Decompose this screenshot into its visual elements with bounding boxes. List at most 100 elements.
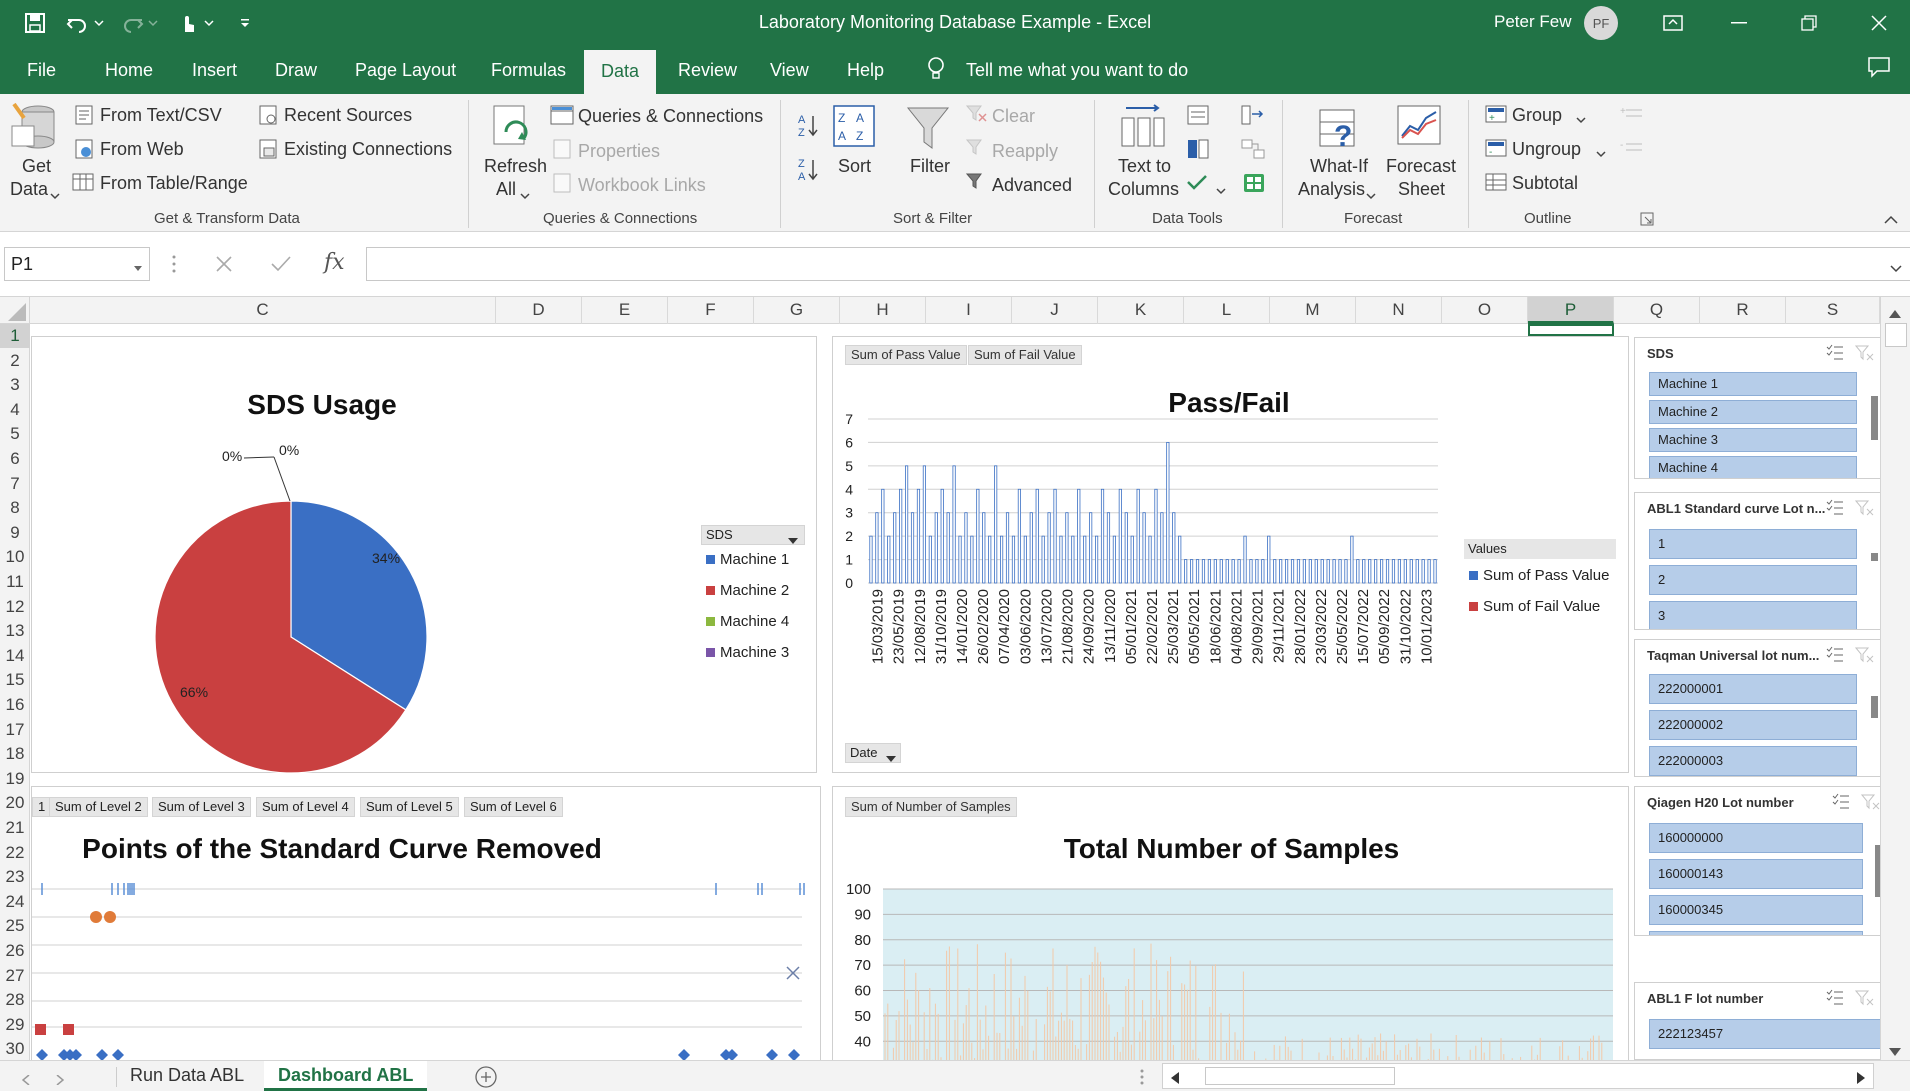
forecast-sheet-button[interactable]: Forecast	[1386, 156, 1456, 177]
column-header-g[interactable]: G	[754, 297, 840, 324]
row-header-16[interactable]: 16	[0, 693, 30, 717]
select-all-corner[interactable]	[0, 297, 30, 324]
slicer-qiagen[interactable]: Qiagen H20 Lot number 160000000 16000014…	[1634, 786, 1884, 936]
standard-curve-chart[interactable]: 1 Sum of Level 2 Sum of Level 3 Sum of Leve…	[31, 786, 821, 1060]
sort-a-z-icon[interactable]: AZ	[796, 112, 820, 143]
next-sheet-icon[interactable]	[56, 1072, 65, 1090]
from-web-button[interactable]: From Web	[100, 139, 184, 160]
clear-filter-icon[interactable]	[1854, 646, 1875, 669]
slicer-item[interactable]: 160000000	[1649, 823, 1863, 853]
tab-help[interactable]: Help	[845, 56, 886, 94]
slicer-item[interactable]: Machine 3	[1649, 428, 1857, 452]
row-header-25[interactable]: 25	[0, 914, 30, 938]
scroll-left-icon[interactable]	[1171, 1071, 1179, 1089]
forecast-sheet-icon[interactable]	[1396, 102, 1442, 155]
row-header-22[interactable]: 22	[0, 841, 30, 865]
flash-fill-icon[interactable]	[1186, 104, 1210, 131]
multi-select-icon[interactable]	[1825, 989, 1845, 1012]
what-if-dropdown-icon[interactable]	[1366, 187, 1376, 205]
row-header-26[interactable]: 26	[0, 939, 30, 963]
date-axis-filter-button[interactable]: Date	[845, 743, 901, 763]
restore-icon[interactable]	[1786, 6, 1832, 40]
tab-page-layout[interactable]: Page Layout	[353, 56, 458, 94]
recent-sources-button[interactable]: Recent Sources	[284, 105, 412, 126]
manage-data-model-icon[interactable]	[1242, 172, 1266, 199]
remove-duplicates-icon[interactable]	[1186, 138, 1210, 165]
row-header-8[interactable]: 8	[0, 496, 30, 520]
total-samples-chart[interactable]: Sum of Number of Samples Total Number of…	[832, 786, 1629, 1060]
add-sheet-icon[interactable]	[474, 1065, 498, 1091]
vertical-scroll-thumb[interactable]	[1885, 323, 1907, 347]
expand-formula-bar-icon[interactable]	[1890, 260, 1902, 278]
column-header-o[interactable]: O	[1442, 297, 1528, 324]
slicer-item[interactable]: 3	[1649, 601, 1857, 629]
slicer-item[interactable]: Machine 1	[1649, 372, 1857, 396]
row-header-1[interactable]: 1	[0, 324, 30, 348]
row-header-27[interactable]: 27	[0, 964, 30, 988]
multi-select-icon[interactable]	[1825, 344, 1845, 367]
existing-connections-button[interactable]: Existing Connections	[284, 139, 452, 160]
column-header-r[interactable]: R	[1700, 297, 1786, 324]
row-header-9[interactable]: 9	[0, 521, 30, 545]
refresh-all-icon[interactable]	[490, 102, 534, 157]
refresh-all-button-line2[interactable]: All	[496, 179, 516, 200]
cancel-entry-icon[interactable]	[214, 254, 234, 279]
ungroup-button[interactable]: Ungroup	[1512, 139, 1581, 160]
data-validation-dropdown-icon[interactable]	[1216, 182, 1226, 200]
properties-button[interactable]: Properties	[578, 141, 660, 162]
tab-formulas[interactable]: Formulas	[489, 56, 568, 94]
multi-select-icon[interactable]	[1831, 793, 1851, 816]
row-header-20[interactable]: 20	[0, 791, 30, 815]
column-header-c[interactable]: C	[30, 297, 496, 324]
minimize-icon[interactable]	[1716, 6, 1762, 40]
column-header-s[interactable]: S	[1786, 297, 1880, 324]
slicer-sds[interactable]: SDS Machine 1 Machine 2 Machine 3 Machin…	[1634, 337, 1884, 479]
text-to-columns-button-line2[interactable]: Columns	[1108, 179, 1179, 200]
undo-dropdown-icon[interactable]	[92, 10, 106, 36]
filter-icon[interactable]	[906, 104, 950, 159]
multi-select-icon[interactable]	[1825, 646, 1845, 669]
row-header-28[interactable]: 28	[0, 988, 30, 1012]
slicer-item[interactable]: 222000001	[1649, 674, 1857, 704]
row-header-21[interactable]: 21	[0, 816, 30, 840]
avatar[interactable]: PF	[1584, 6, 1618, 40]
row-header-23[interactable]: 23	[0, 865, 30, 889]
pass-fail-chart[interactable]: Sum of Pass Value Sum of Fail Value Pass…	[832, 336, 1629, 773]
tab-review[interactable]: Review	[676, 56, 739, 94]
user-name[interactable]: Peter Few	[1494, 12, 1571, 32]
get-data-dropdown-icon[interactable]	[50, 187, 60, 205]
group-dropdown-icon[interactable]	[1576, 111, 1586, 129]
date-dropdown-icon[interactable]	[886, 750, 896, 768]
workbook-links-button[interactable]: Workbook Links	[578, 175, 706, 196]
slicer-item[interactable]: 160000345	[1649, 895, 1863, 925]
clear-filter-icon[interactable]	[1854, 344, 1875, 367]
row-header-19[interactable]: 19	[0, 767, 30, 791]
column-header-i[interactable]: I	[926, 297, 1012, 324]
row-header-15[interactable]: 15	[0, 668, 30, 692]
touch-dropdown-icon[interactable]	[202, 10, 216, 36]
row-header-3[interactable]: 3	[0, 373, 30, 397]
tab-draw[interactable]: Draw	[273, 56, 319, 94]
what-if-analysis-button-line2[interactable]: Analysis	[1298, 179, 1365, 200]
group-button[interactable]: Group	[1512, 105, 1562, 126]
slicer-scrollbar[interactable]	[1871, 553, 1878, 561]
refresh-dropdown-icon[interactable]	[520, 187, 530, 205]
slicer-item[interactable]: 222000003	[1649, 746, 1857, 776]
slicer-scrollbar[interactable]	[1871, 696, 1878, 718]
filter-button[interactable]: Filter	[910, 156, 950, 177]
scroll-down-icon[interactable]	[1889, 1043, 1901, 1061]
tab-file[interactable]: File	[25, 56, 58, 94]
consolidate-icon[interactable]	[1240, 104, 1266, 131]
save-icon[interactable]	[22, 10, 48, 36]
slicer-scrollbar[interactable]	[1871, 396, 1878, 440]
column-header-n[interactable]: N	[1356, 297, 1442, 324]
tab-split-grip-icon[interactable]	[1140, 1069, 1144, 1090]
sds-legend-dropdown-icon[interactable]	[788, 532, 798, 550]
hide-detail-icon[interactable]: -	[1620, 138, 1644, 163]
sds-legend-filter-button[interactable]: SDS	[701, 525, 805, 545]
customize-toolbar-icon[interactable]	[236, 10, 254, 36]
redo-dropdown-icon[interactable]	[146, 10, 160, 36]
horizontal-scroll-thumb[interactable]	[1205, 1067, 1395, 1085]
vertical-scrollbar[interactable]	[1880, 297, 1910, 1060]
advanced-button[interactable]: Advanced	[992, 175, 1072, 196]
